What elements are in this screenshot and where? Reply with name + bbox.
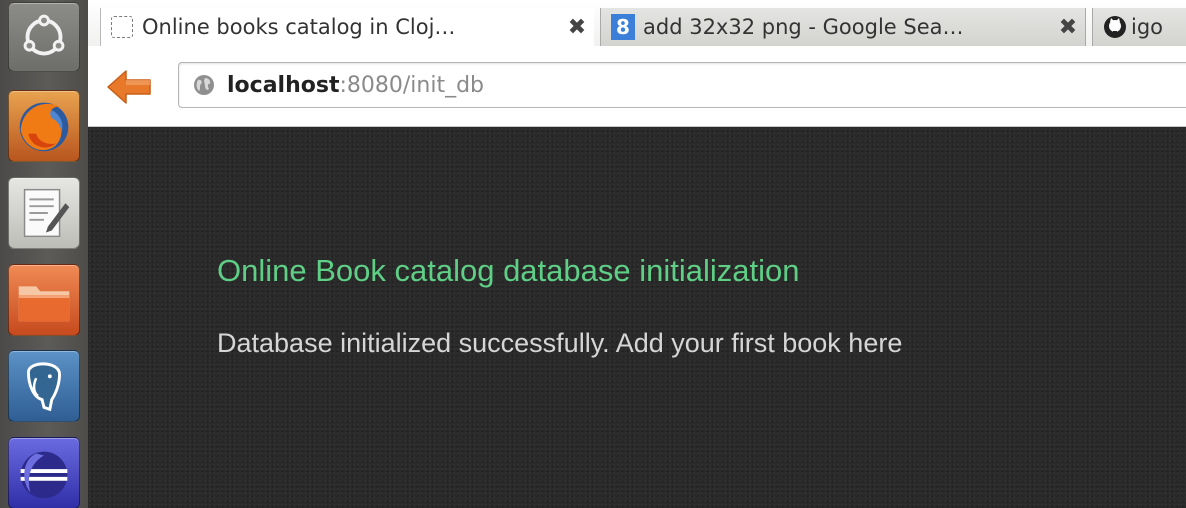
tab-title: add 32x32 png - Google Sea… — [643, 15, 964, 39]
tab-close-icon[interactable]: ✖ — [560, 15, 594, 40]
tab-github[interactable]: igo — [1092, 8, 1186, 46]
google-icon: 8 — [611, 14, 635, 40]
tab-close-icon[interactable]: ✖ — [1051, 15, 1085, 40]
page-title: Online Book catalog database initializat… — [217, 253, 800, 288]
back-arrow-icon[interactable] — [106, 66, 152, 108]
firefox-icon[interactable] — [8, 90, 80, 162]
page-content: Online Book catalog database initializat… — [88, 127, 1186, 508]
tab-online-books-catalog[interactable]: Online books catalog in Cloj… ✖ — [100, 8, 594, 46]
address-bar[interactable]: localhost:8080/init_db — [178, 62, 1186, 108]
globe-icon — [194, 75, 214, 95]
tab-title: igo — [1131, 15, 1164, 39]
tab-google-search[interactable]: 8 add 32x32 png - Google Sea… ✖ — [600, 8, 1086, 46]
ubuntu-dash-icon[interactable] — [8, 2, 80, 72]
eclipse-icon[interactable] — [8, 437, 80, 508]
files-icon[interactable] — [8, 264, 80, 336]
url-host: localhost — [227, 72, 340, 98]
screen: Online books catalog in Cloj… ✖ 8 add 32… — [0, 0, 1186, 508]
status-message: Database initialized successfully. Add y… — [217, 328, 903, 358]
blank-page-icon — [111, 16, 133, 38]
tab-strip: Online books catalog in Cloj… ✖ 8 add 32… — [88, 0, 1186, 46]
github-icon — [1104, 16, 1126, 38]
text-editor-icon[interactable] — [8, 177, 80, 249]
tab-title: Online books catalog in Cloj… — [142, 15, 456, 39]
url-path: :8080/init_db — [339, 72, 485, 98]
unity-launcher — [0, 0, 94, 508]
navigation-toolbar: localhost:8080/init_db — [88, 46, 1186, 127]
postgresql-icon[interactable] — [8, 350, 80, 422]
